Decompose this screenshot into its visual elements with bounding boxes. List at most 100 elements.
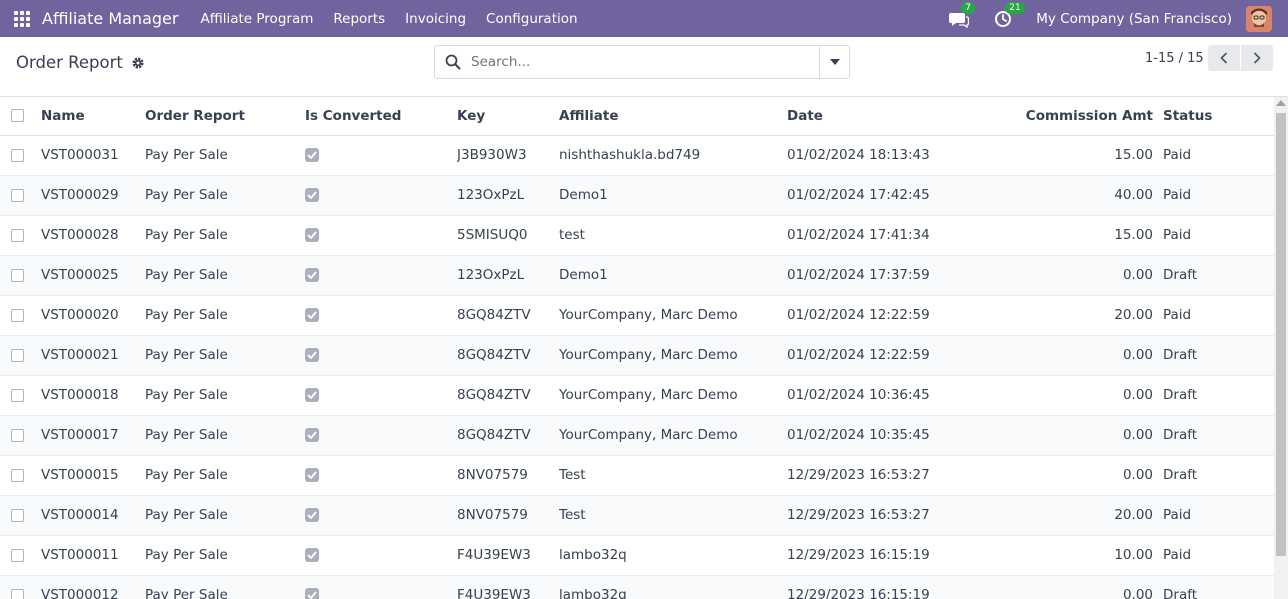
cell-affiliate[interactable]: lambo32q	[559, 575, 787, 599]
cell-commission-amt[interactable]: 20.00	[987, 495, 1163, 536]
column-header-commission-amt[interactable]: Commission Amt	[987, 97, 1163, 136]
cell-name[interactable]: VST000017	[41, 415, 145, 456]
select-all-checkbox[interactable]	[11, 109, 24, 123]
row-checkbox[interactable]	[11, 468, 24, 482]
cell-key[interactable]: 8GQ84ZTV	[457, 295, 559, 336]
table-row[interactable]: VST000029 Pay Per Sale 123OxPzL Demo1 01/02/…	[0, 175, 1274, 216]
search-input[interactable]	[471, 54, 801, 70]
cell-name[interactable]: VST000012	[41, 575, 145, 599]
table-row[interactable]: VST000021 Pay Per Sale 8GQ84ZTV YourCompany…	[0, 335, 1274, 376]
cell-affiliate[interactable]: Demo1	[559, 255, 787, 296]
cell-order-report[interactable]: Pay Per Sale	[145, 215, 305, 256]
scrollbar-thumb[interactable]	[1276, 113, 1286, 556]
cell-name[interactable]: VST000020	[41, 295, 145, 336]
cell-key[interactable]: 123OxPzL	[457, 255, 559, 296]
cell-key[interactable]: F4U39EW3	[457, 575, 559, 599]
table-row[interactable]: VST000015 Pay Per Sale 8NV07579 Test 12/29/2…	[0, 455, 1274, 496]
cell-status[interactable]: Draft	[1163, 575, 1274, 599]
avatar[interactable]	[1246, 5, 1272, 32]
chat-icon[interactable]: 7	[948, 1, 976, 29]
cell-status[interactable]: Draft	[1163, 455, 1274, 496]
row-checkbox[interactable]	[11, 228, 24, 242]
cell-name[interactable]: VST000015	[41, 455, 145, 496]
pager-previous-button[interactable]	[1208, 45, 1240, 71]
cell-name[interactable]: VST000018	[41, 375, 145, 416]
column-header-name[interactable]: Name	[41, 97, 145, 136]
row-checkbox[interactable]	[11, 148, 24, 162]
row-checkbox[interactable]	[11, 428, 24, 442]
cell-commission-amt[interactable]: 15.00	[987, 135, 1163, 176]
cell-affiliate[interactable]: Test	[559, 495, 787, 536]
activity-icon[interactable]: 21	[992, 1, 1025, 29]
row-checkbox[interactable]	[11, 548, 24, 562]
menu-configuration[interactable]: Configuration	[476, 11, 588, 27]
cell-key[interactable]: 123OxPzL	[457, 175, 559, 216]
cell-commission-amt[interactable]: 0.00	[987, 415, 1163, 456]
column-header-status[interactable]: Status	[1163, 97, 1274, 136]
cell-order-report[interactable]: Pay Per Sale	[145, 255, 305, 296]
cell-date[interactable]: 01/02/2024 17:41:34	[787, 215, 987, 256]
cell-commission-amt[interactable]: 0.00	[987, 255, 1163, 296]
cell-key[interactable]: 8GQ84ZTV	[457, 415, 559, 456]
row-checkbox[interactable]	[11, 348, 24, 362]
scroll-up-icon[interactable]	[1276, 100, 1286, 106]
cell-name[interactable]: VST000011	[41, 535, 145, 576]
cell-order-report[interactable]: Pay Per Sale	[145, 495, 305, 536]
row-checkbox[interactable]	[11, 308, 24, 322]
table-row[interactable]: VST000018 Pay Per Sale 8GQ84ZTV YourCompany…	[0, 375, 1274, 416]
cell-affiliate[interactable]: test	[559, 215, 787, 256]
cell-order-report[interactable]: Pay Per Sale	[145, 455, 305, 496]
row-checkbox[interactable]	[11, 508, 24, 522]
cell-date[interactable]: 12/29/2023 16:15:19	[787, 575, 987, 599]
table-row[interactable]: VST000031 Pay Per Sale J3B930W3 nishthashuk…	[0, 135, 1274, 176]
cell-status[interactable]: Paid	[1163, 175, 1274, 216]
cell-commission-amt[interactable]: 0.00	[987, 575, 1163, 599]
cell-key[interactable]: F4U39EW3	[457, 535, 559, 576]
search-bar[interactable]	[434, 45, 850, 79]
cell-affiliate[interactable]: YourCompany, Marc Demo	[559, 415, 787, 456]
table-row[interactable]: VST000028 Pay Per Sale 5SMISUQ0 test 01/02/2…	[0, 215, 1274, 256]
cell-commission-amt[interactable]: 0.00	[987, 375, 1163, 416]
cell-name[interactable]: VST000025	[41, 255, 145, 296]
cell-key[interactable]: 8GQ84ZTV	[457, 335, 559, 376]
cell-status[interactable]: Paid	[1163, 535, 1274, 576]
cell-date[interactable]: 01/02/2024 17:37:59	[787, 255, 987, 296]
vertical-scrollbar[interactable]	[1274, 97, 1288, 599]
cell-commission-amt[interactable]: 0.00	[987, 455, 1163, 496]
cell-key[interactable]: J3B930W3	[457, 135, 559, 176]
cell-status[interactable]: Paid	[1163, 295, 1274, 336]
company-switcher[interactable]: My Company (San Francisco)	[1036, 11, 1232, 27]
cell-status[interactable]: Paid	[1163, 495, 1274, 536]
menu-affiliate-program[interactable]: Affiliate Program	[190, 11, 323, 27]
cell-affiliate[interactable]: Demo1	[559, 175, 787, 216]
table-row[interactable]: VST000020 Pay Per Sale 8GQ84ZTV YourCompany…	[0, 295, 1274, 336]
cell-status[interactable]: Draft	[1163, 335, 1274, 376]
row-checkbox[interactable]	[11, 188, 24, 202]
cell-order-report[interactable]: Pay Per Sale	[145, 415, 305, 456]
table-row[interactable]: VST000014 Pay Per Sale 8NV07579 Test 12/29/2…	[0, 495, 1274, 536]
table-row[interactable]: VST000011 Pay Per Sale F4U39EW3 lambo32q 12/…	[0, 535, 1274, 576]
cell-commission-amt[interactable]: 40.00	[987, 175, 1163, 216]
cell-name[interactable]: VST000029	[41, 175, 145, 216]
pager-value[interactable]: 1-15 / 15	[1145, 51, 1204, 66]
cell-commission-amt[interactable]: 10.00	[987, 535, 1163, 576]
cell-order-report[interactable]: Pay Per Sale	[145, 535, 305, 576]
cell-order-report[interactable]: Pay Per Sale	[145, 575, 305, 599]
row-checkbox[interactable]	[11, 388, 24, 402]
cell-commission-amt[interactable]: 20.00	[987, 295, 1163, 336]
cell-name[interactable]: VST000021	[41, 335, 145, 376]
cell-name[interactable]: VST000031	[41, 135, 145, 176]
cell-key[interactable]: 5SMISUQ0	[457, 215, 559, 256]
cell-date[interactable]: 01/02/2024 12:22:59	[787, 335, 987, 376]
cell-affiliate[interactable]: YourCompany, Marc Demo	[559, 335, 787, 376]
cell-status[interactable]: Draft	[1163, 375, 1274, 416]
cell-status[interactable]: Draft	[1163, 415, 1274, 456]
row-checkbox[interactable]	[11, 268, 24, 282]
pager-next-button[interactable]	[1241, 45, 1273, 71]
cell-status[interactable]: Draft	[1163, 255, 1274, 296]
table-row[interactable]: VST000025 Pay Per Sale 123OxPzL Demo1 01/02/…	[0, 255, 1274, 296]
cell-affiliate[interactable]: nishthashukla.bd749	[559, 135, 787, 176]
cell-order-report[interactable]: Pay Per Sale	[145, 295, 305, 336]
column-header-order-report[interactable]: Order Report	[145, 97, 305, 136]
gear-icon[interactable]	[131, 56, 145, 70]
